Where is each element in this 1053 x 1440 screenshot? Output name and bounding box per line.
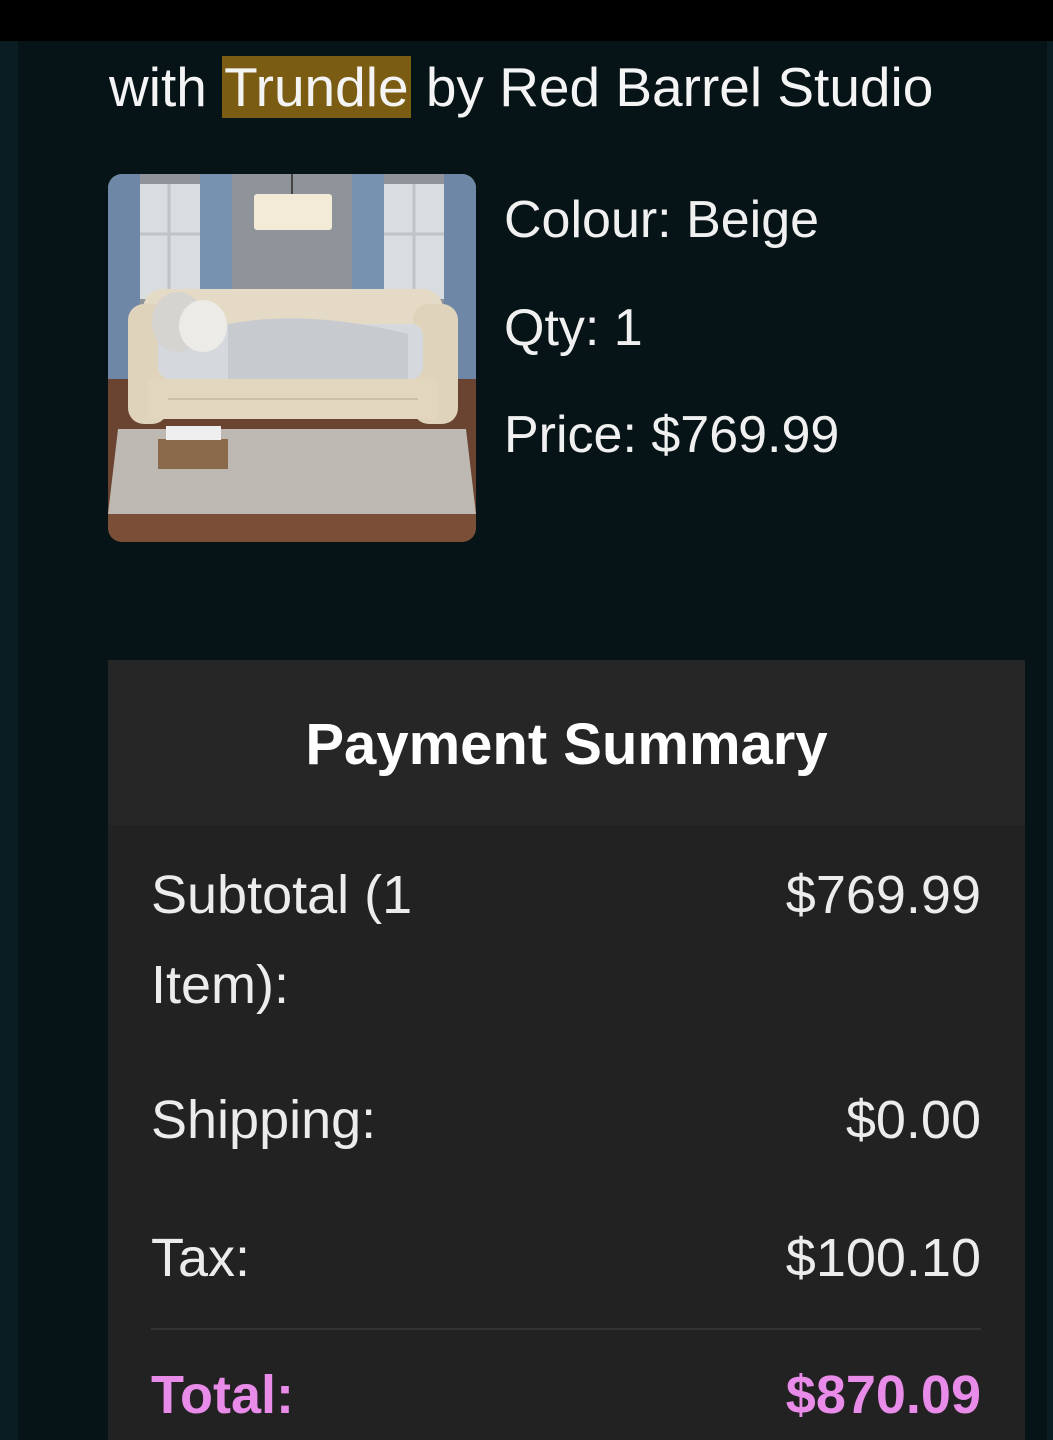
summary-divider bbox=[151, 1328, 981, 1330]
shipping-label: Shipping: bbox=[151, 1090, 377, 1150]
payment-summary-panel: Payment Summary Subtotal (1 Item): $769.… bbox=[108, 660, 1025, 1440]
shipping-value: $0.00 bbox=[845, 1090, 981, 1150]
product-colour: Colour: Beige bbox=[504, 191, 820, 249]
total-value: $870.09 bbox=[785, 1365, 981, 1425]
daybed-photo bbox=[108, 174, 476, 542]
product-image[interactable] bbox=[108, 174, 476, 542]
tax-value: $100.10 bbox=[785, 1228, 981, 1288]
subtotal-label: Subtotal (1 Item): bbox=[151, 865, 413, 1015]
payment-summary-title: Payment Summary bbox=[305, 712, 828, 777]
product-title[interactable]: with Trundle by Red Barrel Studio bbox=[109, 52, 933, 122]
left-edge bbox=[0, 41, 18, 1440]
product-price: Price: $769.99 bbox=[504, 406, 840, 464]
right-edge bbox=[1047, 41, 1053, 1440]
title-suffix: by Red Barrel Studio bbox=[410, 56, 934, 118]
title-highlight: Trundle bbox=[222, 56, 411, 118]
title-prefix: with bbox=[109, 56, 223, 118]
status-bar bbox=[0, 0, 1053, 41]
subtotal-value: $769.99 bbox=[785, 865, 981, 925]
total-label: Total: bbox=[151, 1365, 294, 1425]
tax-label: Tax: bbox=[151, 1228, 251, 1288]
payment-summary-header: Payment Summary bbox=[108, 660, 1025, 825]
product-quantity: Qty: 1 bbox=[504, 299, 643, 357]
